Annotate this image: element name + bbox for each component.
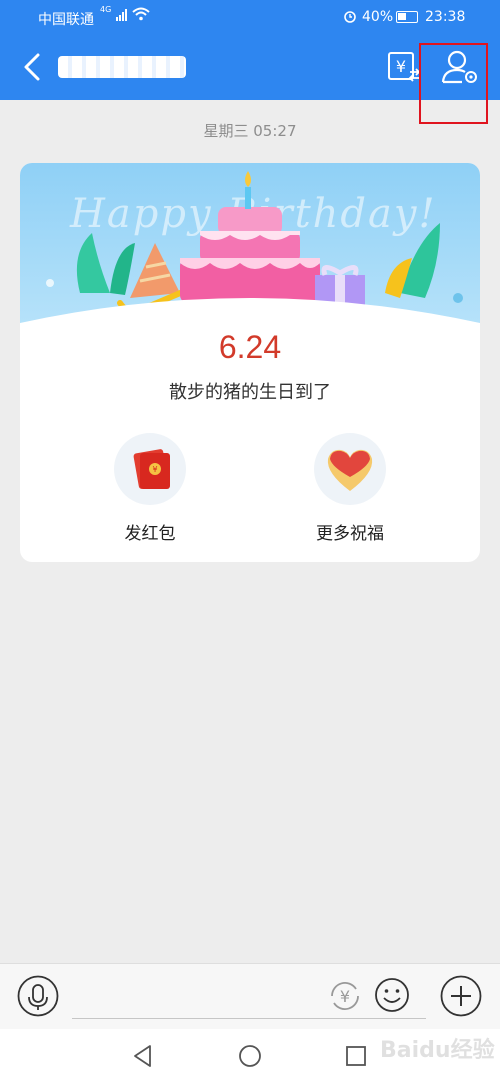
status-clock: 23:38 [425, 9, 466, 25]
svg-text:¥: ¥ [152, 465, 157, 474]
microphone-icon[interactable] [17, 975, 59, 1017]
smiley-icon[interactable] [374, 977, 410, 1013]
svg-text:¥: ¥ [396, 57, 406, 76]
alarm-icon [344, 11, 356, 23]
battery-icon [396, 11, 418, 23]
square-recents-icon[interactable] [343, 1043, 369, 1069]
birthday-cake-illustration [20, 171, 480, 333]
person-settings-icon[interactable] [440, 48, 480, 86]
carrier-name: 中国联通 [38, 12, 94, 28]
birthday-message: 散步的猪的生日到了 [169, 382, 331, 403]
system-nav-bar [0, 1029, 500, 1083]
heart-icon [314, 433, 386, 505]
status-bar: 中国联通 4G 40% 23:38 [0, 0, 500, 34]
message-input[interactable] [72, 972, 426, 1019]
yen-circle-icon[interactable]: ¥ [326, 977, 364, 1015]
battery-percent: 40% [362, 9, 394, 25]
message-input-bar: ¥ [0, 963, 500, 1029]
circle-home-icon[interactable] [237, 1043, 263, 1069]
chevron-left-icon[interactable] [20, 52, 48, 82]
birthday-date: 6.24 [218, 329, 282, 365]
chat-header: ¥ [0, 34, 500, 100]
send-red-packet-button[interactable]: ¥ 发红包 [80, 433, 220, 544]
message-timestamp: 星期三 05:27 [203, 122, 297, 140]
send-red-packet-label: 发红包 [124, 524, 176, 544]
wifi-icon [132, 7, 150, 21]
more-wishes-label: 更多祝福 [316, 524, 384, 544]
contact-name-redacted[interactable] [58, 56, 186, 78]
network-type: 4G [100, 5, 112, 14]
birthday-banner: Happy Birthday! [20, 163, 480, 333]
svg-text:¥: ¥ [340, 987, 350, 1006]
yen-transfer-icon[interactable]: ¥ [386, 50, 420, 84]
plus-icon[interactable] [440, 975, 482, 1017]
more-wishes-button[interactable]: 更多祝福 [280, 433, 420, 544]
triangle-back-icon[interactable] [130, 1043, 156, 1069]
red-envelope-icon: ¥ [114, 433, 186, 505]
birthday-card[interactable]: Happy Birthday! 6.24 散步的猪的生日到了 ¥ 发红包 更多祝… [20, 163, 480, 562]
signal-icon [116, 9, 127, 21]
